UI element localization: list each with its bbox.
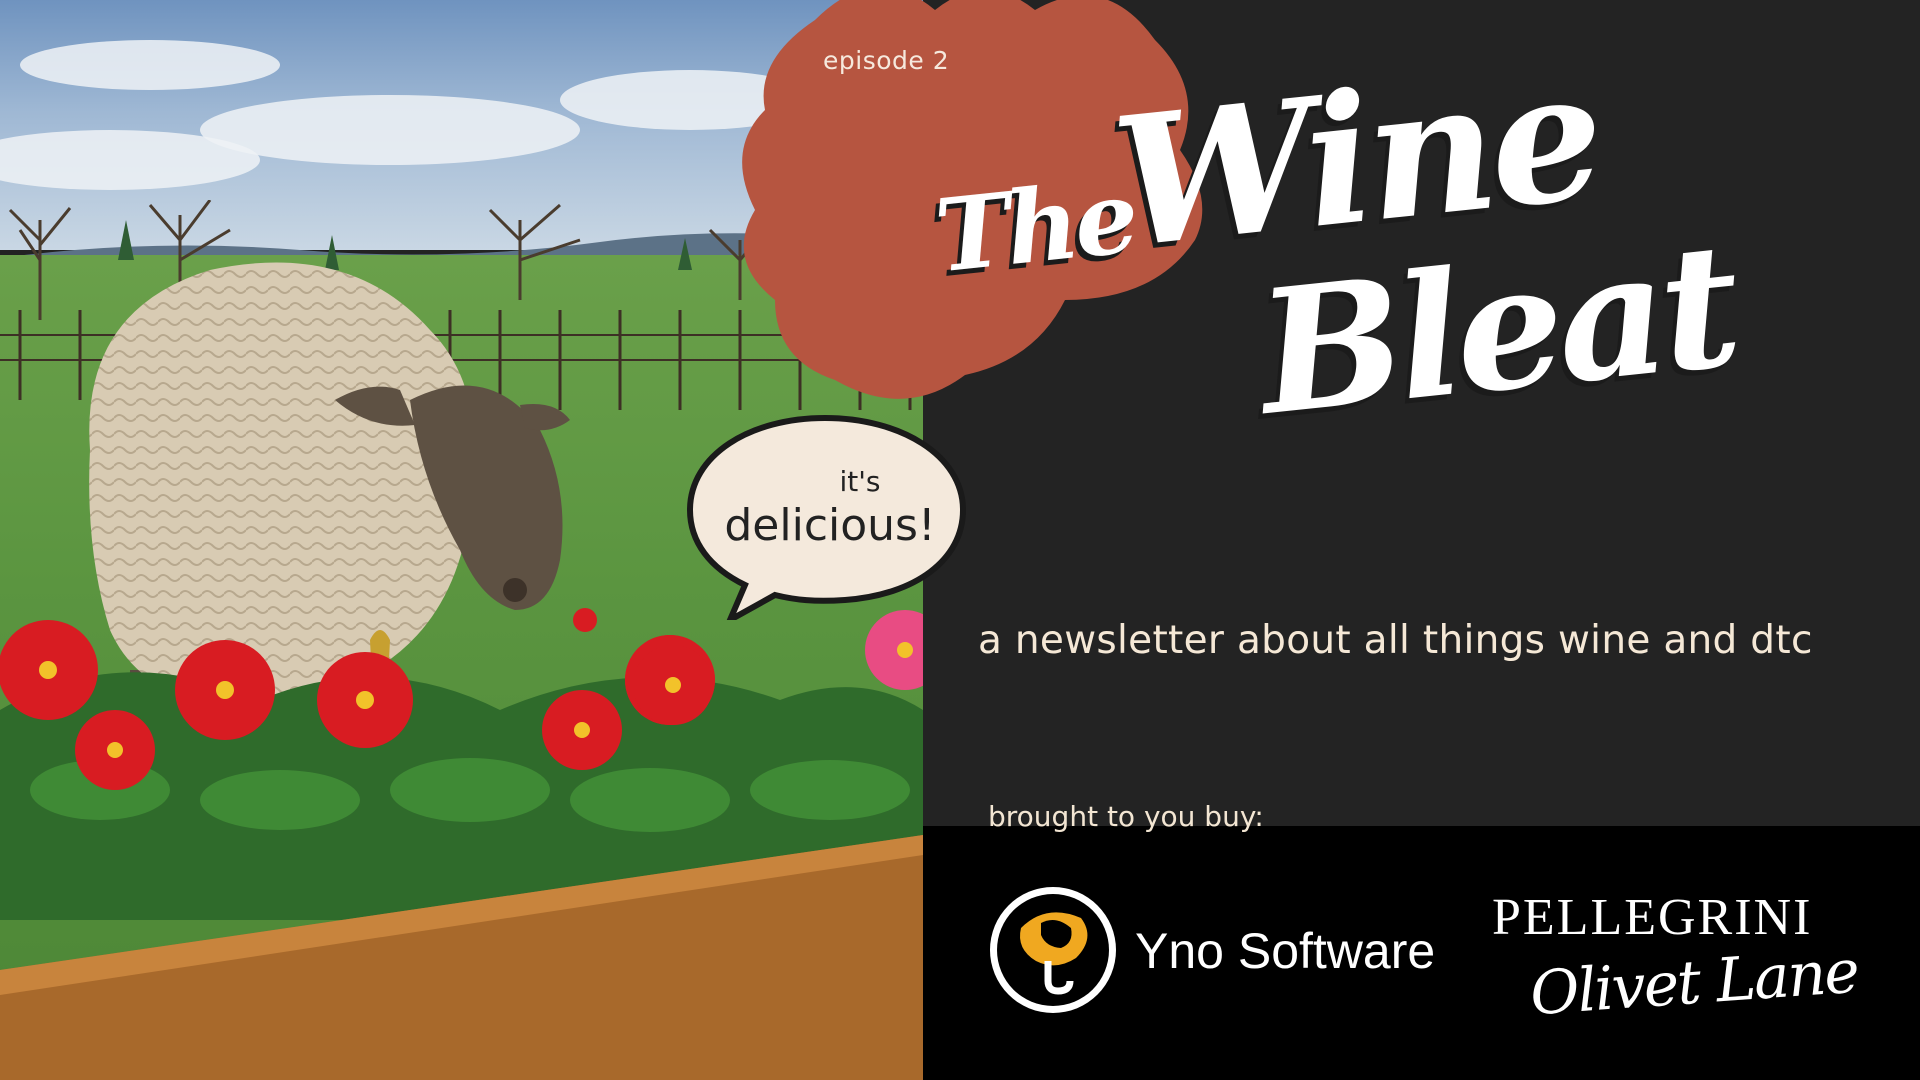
- bubble-text-line2: delicious!: [724, 500, 936, 551]
- bubble-text-line1: it's: [839, 465, 881, 498]
- pellegrini-wordmark: PELLEGRINI: [1492, 889, 1813, 946]
- newsletter-subtitle: a newsletter about all things wine and d…: [978, 618, 1813, 663]
- yno-software-logo-icon: [990, 887, 1116, 1013]
- title-the: The: [930, 157, 1140, 296]
- yno-software-name: Yno Software: [1135, 923, 1436, 979]
- cloud: [20, 40, 280, 90]
- episode-label: episode 2: [823, 46, 950, 75]
- sponsor-label: brought to you buy:: [988, 800, 1264, 833]
- wooden-planter: [0, 835, 923, 1080]
- newsletter-banner: episode 2 The Wine Bleat it's delicious!…: [0, 0, 1920, 1080]
